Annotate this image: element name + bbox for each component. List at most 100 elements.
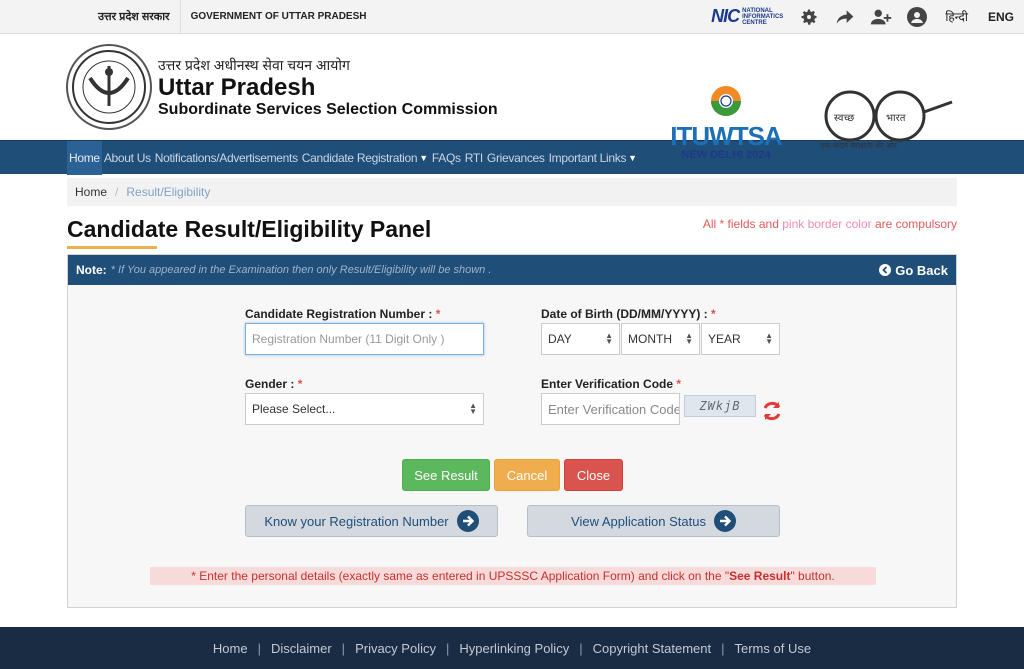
required-note-pink: pink border color [782, 217, 872, 231]
instruction-text: * Enter the personal details (exactly sa… [191, 569, 730, 583]
verification-code-label: Enter Verification Code * [541, 377, 681, 391]
nav-item-about-us[interactable]: About Us [102, 141, 153, 175]
site-title-line2: Subordinate Services Selection Commissio… [158, 100, 498, 118]
dob-year-value: YEAR [708, 332, 741, 346]
breadcrumb-home[interactable]: Home [75, 185, 107, 199]
know-registration-number-button[interactable]: Know your Registration Number [245, 505, 498, 537]
dob-day-value: DAY [548, 332, 572, 346]
required-note-end: are compulsory [871, 217, 957, 231]
site-title-hindi: उत्तर प्रदेश अधीनस्थ सेवा चयन आयोग [158, 56, 350, 73]
close-button[interactable]: Close [564, 459, 623, 491]
select-arrows-icon: ▲ ▼ [685, 331, 693, 346]
title-underline [67, 246, 157, 249]
date-of-birth-label: Date of Birth (DD/MM/YYYY) : * [541, 307, 716, 321]
language-hindi-link[interactable]: हिन्दी [935, 8, 978, 25]
footer-link-home[interactable]: Home [213, 641, 248, 656]
go-back-button[interactable]: Go Back [879, 263, 948, 278]
breadcrumb-separator: / [115, 185, 119, 199]
swachh-right-text: भारत [886, 113, 906, 124]
date-of-birth-label-text: Date of Birth (DD/MM/YYYY) : [541, 307, 711, 321]
nav-item-candidate-registration-label: Candidate Registration [301, 150, 418, 165]
language-english-link[interactable]: ENG [978, 10, 1024, 24]
captcha-image: ZWkjB [684, 395, 756, 417]
footer-link-terms-of-use[interactable]: Terms of Use [735, 641, 812, 656]
cancel-button[interactable]: Cancel [494, 459, 560, 491]
see-result-button[interactable]: See Result [402, 459, 490, 491]
registration-number-label: Candidate Registration Number : * [245, 307, 440, 321]
swachh-left-text: स्वच्छ [834, 113, 855, 124]
nav-item-home[interactable]: Home [67, 140, 102, 175]
gender-select-value: Please Select... [252, 402, 336, 416]
required-star: * [297, 377, 303, 391]
required-fields-note: All * fields and pink border color are c… [703, 217, 957, 231]
government-label: GOVERNMENT OF UTTAR PRADESH [190, 11, 367, 22]
footer-link-privacy-policy[interactable]: Privacy Policy [355, 641, 436, 656]
nav-item-candidate-registration[interactable]: Candidate Registration ▼ [300, 141, 430, 175]
registration-number-label-text: Candidate Registration Number : [245, 307, 436, 321]
instruction-end: " button. [790, 569, 835, 583]
required-star: * [711, 307, 716, 321]
verification-code-label-text: Enter Verification Code [541, 377, 677, 391]
footer-separator: | [721, 640, 725, 656]
footer-separator: | [341, 640, 346, 656]
breadcrumb: Home / Result/Eligibility [67, 178, 957, 206]
know-registration-number-label: Know your Registration Number [264, 513, 449, 529]
site-title-line1: Uttar Pradesh [158, 73, 316, 101]
site-header: उत्तर प्रदेश अधीनस्थ सेवा चयन आयोग Uttar… [0, 34, 1024, 161]
required-star: * [435, 307, 441, 321]
hindi-government-label: उत्तर प्रदेश सरकार [98, 11, 170, 23]
gender-label: Gender : * [245, 377, 302, 391]
arrow-right-circle-icon [713, 510, 736, 532]
itu-wtsa-logo: ITUWTSA NEW DELHI 2024 [656, 84, 796, 161]
gender-label-text: Gender : [245, 377, 298, 391]
nic-logo[interactable]: NIC NATIONAL INFORMATICS CENTRE [703, 6, 791, 27]
divider [179, 0, 181, 34]
nav-item-important-links-label: Important Links [548, 150, 627, 165]
swachh-bharat-logo: स्वच्छ भारत एक कदम स्वच्छता की ओर [812, 88, 958, 156]
chevron-down-icon: ▼ [628, 152, 637, 163]
dob-month-select[interactable]: MONTH ▲ ▼ [621, 323, 700, 355]
nav-item-important-links[interactable]: Important Links ▼ [547, 141, 639, 175]
select-arrows-icon: ▲ ▼ [605, 331, 613, 346]
nic-logo-subtext: NATIONAL INFORMATICS CENTRE [742, 8, 783, 26]
footer-separator: | [257, 640, 261, 656]
nic-logo-text: NIC [711, 6, 740, 26]
view-application-status-button[interactable]: View Application Status [527, 505, 780, 537]
dob-month-value: MONTH [628, 332, 672, 346]
nav-item-notifications[interactable]: Notifications/Advertisements [153, 141, 300, 175]
arrow-right-circle-icon [456, 510, 479, 532]
note-text: * If You appeared in the Examination the… [110, 264, 492, 276]
result-panel: Note: * If You appeared in the Examinati… [67, 254, 957, 608]
footer-link-disclaimer[interactable]: Disclaimer [271, 641, 332, 656]
nav-item-rti[interactable]: RTI [463, 141, 485, 175]
footer-link-copyright-statement[interactable]: Copyright Statement [593, 641, 712, 656]
breadcrumb-current: Result/Eligibility [126, 185, 211, 199]
gender-select[interactable]: Please Select... ▲ ▼ [245, 393, 484, 425]
select-arrows-icon: ▲ ▼ [469, 401, 477, 416]
gear-icon[interactable] [791, 0, 827, 34]
footer-link-hyperlinking-policy[interactable]: Hyperlinking Policy [459, 641, 569, 656]
chevron-down-icon: ▼ [419, 152, 428, 163]
registration-number-input[interactable]: Registration Number (11 Digit Only ) [245, 323, 484, 355]
required-note-text: All * fields and [702, 217, 783, 231]
instruction-note: * Enter the personal details (exactly sa… [150, 567, 876, 585]
panel-header: Note: * If You appeared in the Examinati… [68, 255, 956, 285]
contrast-icon[interactable] [899, 0, 935, 34]
share-icon[interactable] [827, 0, 863, 34]
dob-year-select[interactable]: YEAR ▲ ▼ [701, 323, 780, 355]
dob-day-select[interactable]: DAY ▲ ▼ [541, 323, 620, 355]
itu-wtsa-wordmark: ITUWTSA [670, 121, 782, 151]
go-back-label: Go Back [895, 262, 948, 278]
nav-item-grievances[interactable]: Grievances [485, 141, 547, 175]
users-icon[interactable] [863, 0, 899, 34]
instruction-bold: See Result [729, 569, 791, 583]
select-arrows-icon: ▲ ▼ [765, 331, 773, 346]
page-title: Candidate Result/Eligibility Panel [67, 216, 432, 242]
note-label: Note: [76, 263, 107, 277]
verification-code-input[interactable]: Enter Verification Code [541, 393, 680, 425]
nav-item-faqs[interactable]: FAQs [430, 141, 463, 175]
upsssc-emblem-logo[interactable] [66, 44, 152, 130]
refresh-captcha-icon[interactable] [760, 399, 784, 423]
swachh-tagline: एक कदम स्वच्छता की ओर [820, 141, 898, 150]
required-star: * [676, 377, 682, 391]
